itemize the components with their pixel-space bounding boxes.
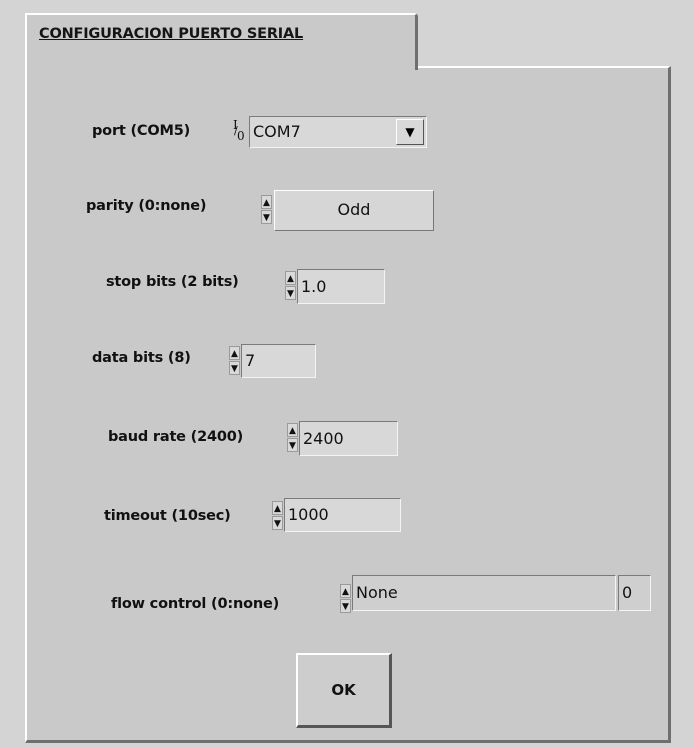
- tab-configuracion-puerto-serial[interactable]: CONFIGURACION PUERTO SERIAL: [25, 13, 418, 70]
- parity-ring[interactable]: Odd: [274, 190, 434, 231]
- flow-control-spinner[interactable]: ▲ ▼: [340, 584, 351, 614]
- io-visa-icon: I / 0: [233, 118, 245, 143]
- spinner-up-icon[interactable]: ▲: [287, 423, 298, 437]
- flow-control-index: 0: [618, 575, 651, 611]
- dropdown-arrow-icon[interactable]: ▼: [396, 119, 424, 145]
- window: CONFIGURACION PUERTO SERIAL port (COM5) …: [0, 0, 694, 747]
- spinner-up-icon[interactable]: ▲: [272, 501, 283, 515]
- baud-rate-input[interactable]: 2400: [299, 421, 398, 456]
- data-bits-label: data bits (8): [92, 350, 191, 366]
- spinner-up-icon[interactable]: ▲: [229, 346, 240, 360]
- parity-spinner[interactable]: ▲ ▼: [261, 195, 272, 225]
- timeout-label: timeout (10sec): [104, 508, 231, 524]
- baud-rate-spinner[interactable]: ▲ ▼: [287, 423, 298, 453]
- tab-panel: [25, 66, 671, 743]
- timeout-spinner[interactable]: ▲ ▼: [272, 501, 283, 531]
- spinner-down-icon[interactable]: ▼: [261, 210, 272, 224]
- spinner-up-icon[interactable]: ▲: [340, 584, 351, 598]
- spinner-down-icon[interactable]: ▼: [229, 361, 240, 375]
- spinner-up-icon[interactable]: ▲: [285, 271, 296, 285]
- parity-label: parity (0:none): [86, 198, 207, 214]
- stop-bits-label: stop bits (2 bits): [106, 274, 239, 290]
- spinner-down-icon[interactable]: ▼: [285, 286, 296, 300]
- tab-label: CONFIGURACION PUERTO SERIAL: [39, 26, 304, 42]
- spinner-up-icon[interactable]: ▲: [261, 195, 272, 209]
- stop-bits-input[interactable]: 1.0: [297, 269, 385, 304]
- spinner-down-icon[interactable]: ▼: [287, 438, 298, 452]
- spinner-down-icon[interactable]: ▼: [340, 599, 351, 613]
- data-bits-input[interactable]: 7: [241, 344, 316, 378]
- flow-control-label: flow control (0:none): [111, 596, 280, 612]
- port-label: port (COM5): [92, 123, 191, 139]
- data-bits-spinner[interactable]: ▲ ▼: [229, 346, 240, 376]
- ok-button-label: OK: [331, 681, 356, 699]
- spinner-down-icon[interactable]: ▼: [272, 516, 283, 530]
- timeout-input[interactable]: 1000: [284, 498, 401, 532]
- flow-control-ring[interactable]: None: [352, 575, 616, 611]
- ok-button[interactable]: OK: [296, 653, 392, 728]
- baud-rate-label: baud rate (2400): [108, 429, 244, 445]
- port-value: COM7: [253, 122, 301, 141]
- stop-bits-spinner[interactable]: ▲ ▼: [285, 271, 296, 301]
